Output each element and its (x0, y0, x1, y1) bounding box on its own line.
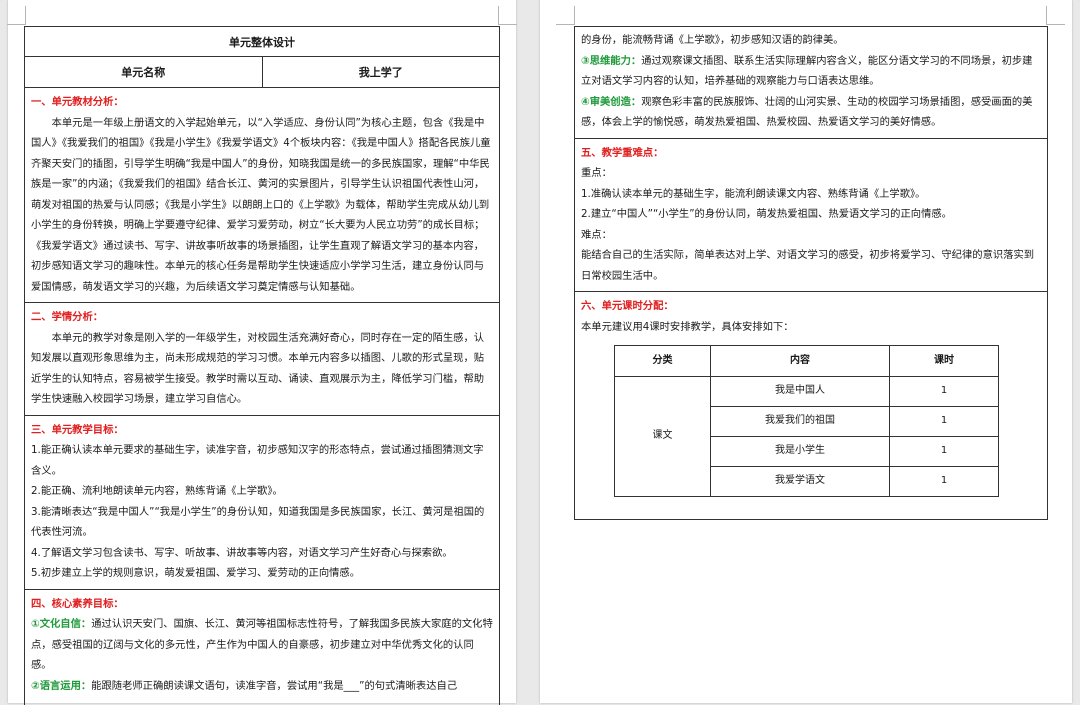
paragraph: 能结合自己的生活实际，简单表达对上学、对语文学习的感受，初步将爱学习、守纪律的意… (581, 249, 1035, 282)
section-student-analysis: 二、学情分析： 本单元的教学对象是刚入学的一年级学生，对校园生活充满好奇心，同时… (25, 303, 499, 416)
content-cell: 我是中国人 (710, 376, 890, 407)
section-teaching-goals: 三、单元教学目标： 1.能正确认读本单元要求的基础生字，读准字音，初步感知汉字的… (25, 416, 499, 590)
column-header: 课时 (889, 345, 999, 377)
hours-cell: 1 (889, 436, 999, 467)
table-header-row: 分类 内容 课时 (614, 345, 999, 377)
hours-cell: 1 (889, 376, 999, 407)
key-label: 重点： (581, 167, 612, 179)
paragraph: 本单元建议用4课时安排教学，具体安排如下： (581, 320, 794, 333)
item-text: 通过认识天安门、国旗、长江、黄河等祖国标志性符号，了解我国多民族大家庭的文化特点… (31, 618, 493, 671)
section-textbook-analysis: 一、单元教材分析： 本单元是一年级上册语文的入学起始单元，以“入学适应、身份认同… (25, 88, 499, 303)
column-header: 分类 (614, 345, 711, 377)
crop-mark (498, 6, 517, 25)
paragraph: 本单元的教学对象是刚入学的一年级学生，对校园生活充满好奇心，同时存在一定的陌生感… (31, 331, 485, 406)
list-item: 3.能清晰表达“我是中国人”“我是小学生”的身份认知，知道我国是多民族国家，长江… (31, 505, 485, 539)
lesson-allocation-table: 分类 内容 课时 课文 我是中国人 1 我爱我们的祖国 1 我是小学生 1 我爱… (614, 345, 999, 497)
unit-name-value: 我上学了 (358, 66, 403, 79)
list-item: 1.准确认读本单元的基础生字，能流利朗读课文内容、熟练背诵《上学歌》。 (581, 187, 926, 200)
list-item: 1.能正确认读本单元要求的基础生字，读准字音，初步感知汉字的形态特点，尝试通过插… (31, 444, 484, 477)
unit-name-row: 单元名称 我上学了 (25, 57, 499, 88)
item-lead: ④审美创造： (581, 95, 642, 108)
section-key-difficult-points: 五、教学重难点： 重点： 1.准确认读本单元的基础生字，能流利朗读课文内容、熟练… (575, 139, 1047, 292)
section-lesson-allocation: 六、单元课时分配： 本单元建议用4课时安排教学，具体安排如下： 分类 内容 课时… (575, 292, 1047, 502)
section-title: 二、学情分析： (31, 311, 104, 323)
document-page-left: 单元整体设计 单元名称 我上学了 一、单元教材分析： 本单元是一年级上册语文的入… (7, 0, 517, 705)
content-cell: 我爱我们的祖国 (710, 406, 890, 437)
section-core-literacy: 四、核心素养目标： ①文化自信：通过认识天安门、国旗、长江、黄河等祖国标志性符号… (25, 590, 499, 702)
hours-cell: 1 (889, 466, 999, 497)
section-title: 四、核心素养目标： (31, 597, 124, 610)
unit-design-table: 单元整体设计 单元名称 我上学了 一、单元教材分析： 本单元是一年级上册语文的入… (24, 26, 500, 705)
item-text: 能跟随老师正确朗读课文语句，读准字音，尝试用“我是___”的句式清晰表达自己 (91, 679, 458, 692)
content-cell: 我是小学生 (710, 436, 890, 467)
crop-mark (556, 6, 575, 25)
list-item: 2.建立“中国人”“小学生”的身份认同，萌发热爱祖国、热爱语文学习的正向情感。 (581, 208, 952, 220)
list-item: 4.了解语文学习包含读书、写字、听故事、讲故事等内容，对语文学习产生好奇心与探索… (31, 546, 453, 559)
paragraph: 的身份，能流畅背诵《上学歌》，初步感知汉语的韵律美。 (581, 34, 844, 46)
list-item: 5.初步建立上学的规则意识，萌发爱祖国、爱学习、爱劳动的正向情感。 (31, 567, 361, 579)
hours-cell: 1 (889, 406, 999, 437)
unit-design-table-continued: 的身份，能流畅背诵《上学歌》，初步感知汉语的韵律美。 ③思维能力：通过观察课文插… (574, 26, 1048, 520)
table-row: 课文 我是中国人 1 (614, 376, 999, 497)
crop-mark (1046, 6, 1065, 25)
section-title: 五、教学重难点： (581, 146, 664, 159)
section-title: 三、单元教学目标： (31, 423, 124, 436)
list-item: ④审美创造：观察色彩丰富的民族服饰、壮阔的山河实景、生动的校园学习场景插图，感受… (581, 92, 1041, 133)
item-lead: ③思维能力： (581, 54, 642, 67)
section-core-literacy-continued: 的身份，能流畅背诵《上学歌》，初步感知汉语的韵律美。 ③思维能力：通过观察课文插… (575, 27, 1047, 139)
difficulty-label: 难点： (581, 228, 612, 241)
item-text: 观察色彩丰富的民族服饰、壮阔的山河实景、生动的校园学习场景插图，感受画面的美感，… (581, 95, 1033, 129)
paragraph: 本单元是一年级上册语文的入学起始单元，以“入学适应、身份认同”为核心主题，包含《… (31, 116, 491, 293)
section-title: 六、单元课时分配： (581, 300, 674, 312)
document-page-right: 的身份，能流畅背诵《上学歌》，初步感知汉语的韵律美。 ③思维能力：通过观察课文插… (540, 0, 1072, 703)
category-cell: 课文 (614, 376, 711, 497)
content-cell: 我爱学语文 (710, 466, 890, 497)
list-item: ②语言运用：能跟随老师正确朗读课文语句，读准字音，尝试用“我是___”的句式清晰… (31, 676, 493, 697)
crop-mark (7, 6, 26, 25)
item-text: 通过观察课文插图、联系生活实际理解内容含义，能区分语文学习的不同场景，初步建立对… (581, 54, 1033, 88)
section-title: 一、单元教材分析： (31, 96, 124, 108)
table-title: 单元整体设计 (25, 27, 499, 57)
unit-name-label: 单元名称 (25, 57, 263, 87)
column-header: 内容 (710, 345, 890, 377)
list-item: 2.能正确、流利地朗读单元内容，熟练背诵《上学歌》。 (31, 485, 283, 497)
list-item: ③思维能力：通过观察课文插图、联系生活实际理解内容含义，能区分语文学习的不同场景… (581, 51, 1041, 92)
item-lead: ①文化自信： (31, 618, 92, 630)
item-lead: ②语言运用： (31, 679, 92, 692)
list-item: ①文化自信：通过认识天安门、国旗、长江、黄河等祖国标志性符号，了解我国多民族大家… (31, 614, 493, 676)
